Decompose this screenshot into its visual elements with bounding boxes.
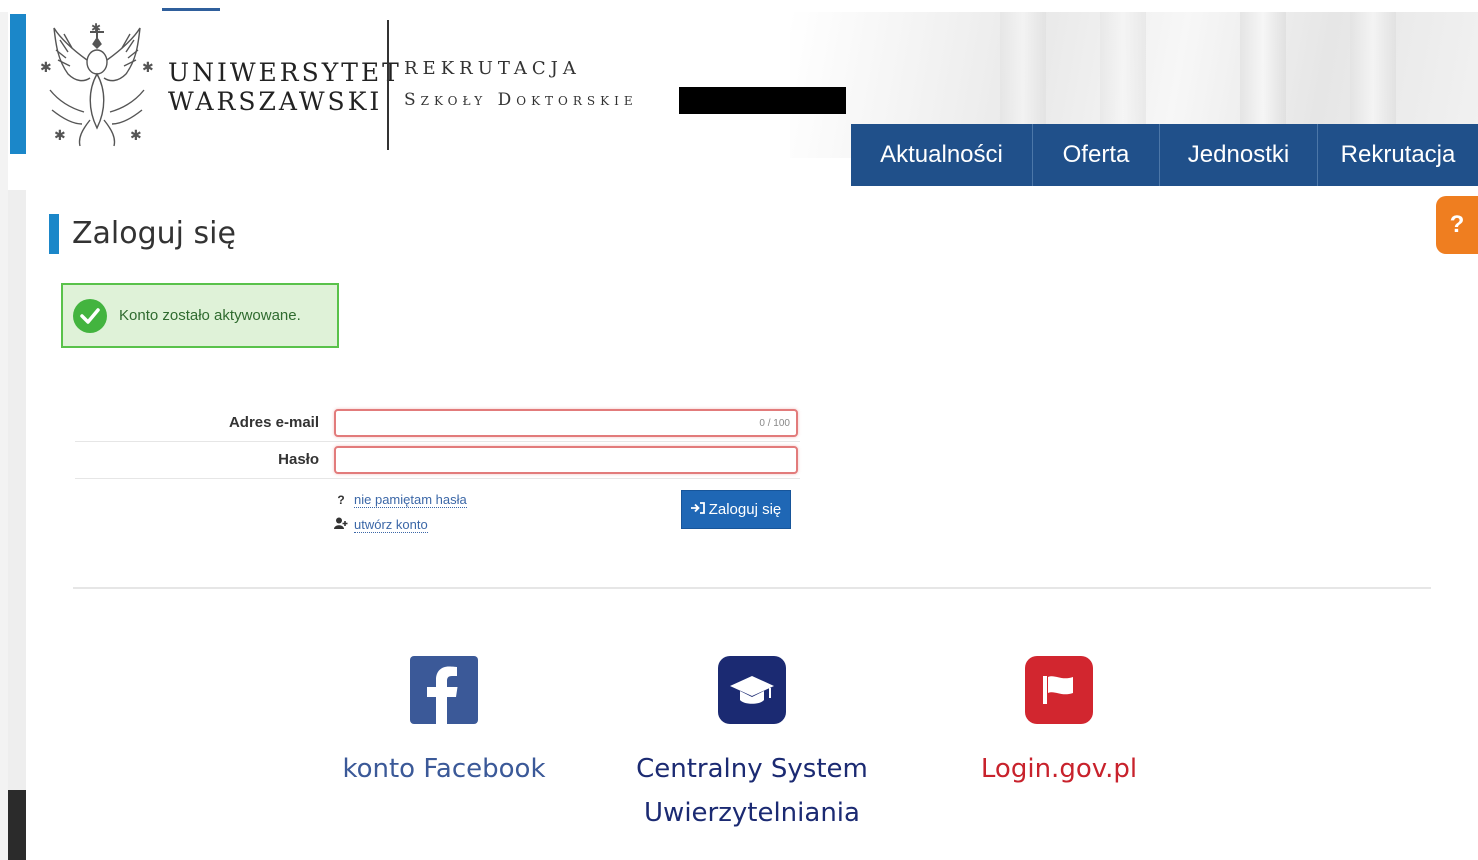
login-gov-option[interactable]: Login.gov.pl — [919, 656, 1199, 791]
facebook-icon — [410, 656, 478, 724]
nav-item-aktualnosci[interactable]: Aktualności — [851, 124, 1033, 186]
email-label: Adres e-mail — [228, 414, 319, 431]
header-divider — [387, 20, 389, 150]
sign-in-icon — [690, 502, 705, 517]
facebook-login-option[interactable]: konto Facebook — [304, 656, 584, 791]
recruitment-subtitle: Szkoły Doktorskie — [404, 90, 638, 110]
help-button[interactable]: ? — [1436, 196, 1478, 254]
university-name-line2: WARSZAWSKI — [168, 87, 383, 116]
redacted-block — [679, 87, 846, 114]
graduation-cap-icon — [718, 656, 786, 724]
password-label: Hasło — [278, 451, 319, 468]
header-accent-bar — [10, 14, 26, 154]
email-char-counter: 0 / 100 — [759, 418, 790, 429]
email-row: Adres e-mail 0 / 100 — [75, 405, 800, 442]
alert-message: Konto zostało aktywowane. — [119, 307, 301, 324]
university-eagle-logo[interactable]: ✱ ✱ ✱ ✱ ✱ — [38, 20, 156, 150]
help-label: ? — [1449, 211, 1465, 238]
page-shadow — [8, 190, 26, 790]
facebook-login-label: konto Facebook — [342, 754, 546, 784]
section-divider — [73, 587, 1431, 589]
main-navigation: Aktualności Oferta Jednostki Rekrutacja — [851, 124, 1478, 186]
nav-item-jednostki[interactable]: Jednostki — [1160, 124, 1318, 186]
svg-text:✱: ✱ — [40, 60, 52, 76]
window-edge-dark — [8, 790, 26, 860]
top-edge — [0, 0, 1478, 12]
page-title-accent — [49, 214, 59, 254]
nav-item-oferta[interactable]: Oferta — [1033, 124, 1160, 186]
page-title: Zaloguj się — [72, 216, 236, 251]
login-button[interactable]: Zaloguj się — [681, 490, 791, 529]
recruitment-title: REKRUTACJA — [404, 58, 581, 79]
csu-label-line2: Uwierzytelniania — [644, 798, 860, 828]
page: ✱ ✱ ✱ ✱ ✱ UNIWERSYTET WARSZAWSKI REKRUTA… — [0, 0, 1478, 860]
email-field[interactable] — [334, 409, 798, 437]
csu-login-option[interactable]: Centralny System Uwierzytelniania — [612, 656, 892, 835]
forgot-password-link[interactable]: ? nie pamiętam hasła — [334, 487, 467, 512]
login-gov-label: Login.gov.pl — [980, 754, 1138, 784]
university-name-line1: UNIWERSYTET — [168, 58, 402, 87]
question-icon: ? — [337, 492, 345, 507]
password-row: Hasło — [75, 442, 800, 479]
university-name: UNIWERSYTET WARSZAWSKI — [168, 58, 402, 116]
window-edge — [0, 0, 8, 860]
form-links: ? nie pamiętam hasła utwórz konto — [334, 487, 467, 537]
svg-text:✱: ✱ — [130, 128, 142, 144]
svg-text:✱: ✱ — [91, 21, 101, 35]
flag-icon — [1025, 656, 1093, 724]
create-account-link[interactable]: utwórz konto — [334, 512, 467, 537]
top-tab-indicator — [162, 8, 220, 11]
login-button-label: Zaloguj się — [708, 501, 782, 518]
password-field[interactable] — [334, 446, 798, 474]
create-account-label: utwórz konto — [354, 516, 428, 533]
svg-text:✱: ✱ — [54, 128, 66, 144]
svg-text:✱: ✱ — [142, 60, 154, 76]
success-alert: Konto zostało aktywowane. — [61, 283, 339, 348]
csu-label-line1: Centralny System — [636, 754, 868, 784]
add-user-icon — [334, 517, 348, 532]
check-circle-icon — [73, 298, 107, 333]
csu-login-label: Centralny System Uwierzytelniania — [612, 747, 892, 835]
forgot-password-label: nie pamiętam hasła — [354, 491, 467, 508]
nav-item-rekrutacja[interactable]: Rekrutacja — [1318, 124, 1478, 186]
